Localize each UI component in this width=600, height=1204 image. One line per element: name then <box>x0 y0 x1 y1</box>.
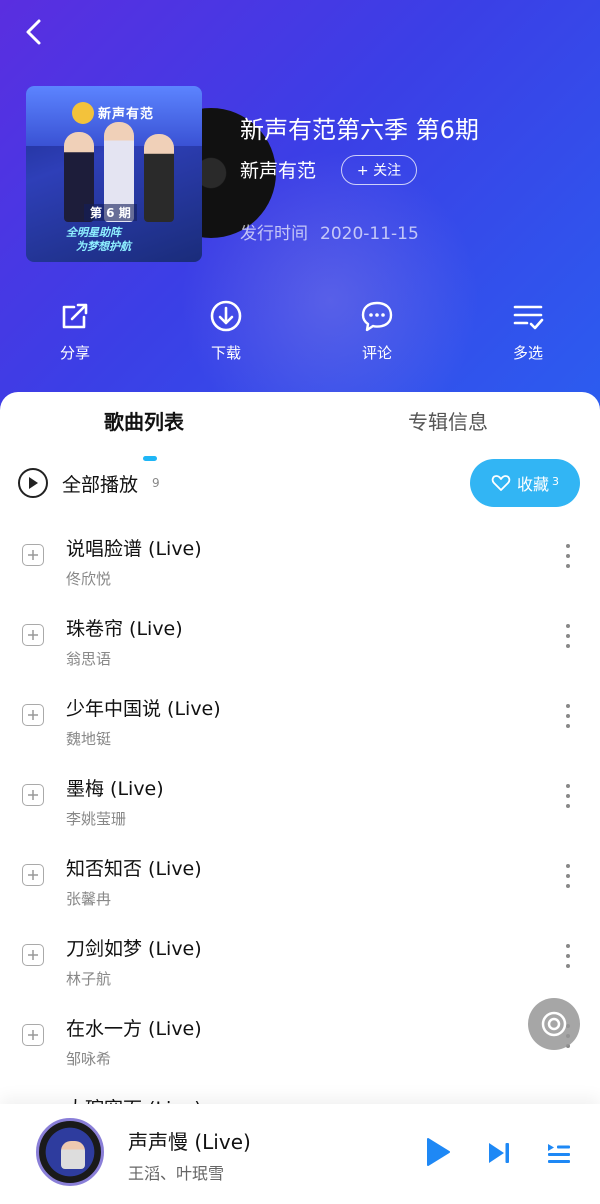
add-to-playlist-icon[interactable] <box>22 784 44 806</box>
comment-button[interactable]: 评论 <box>327 296 427 363</box>
album-cover: 新声有范 第 6 期 全明星助阵 为梦想护航 <box>26 86 276 262</box>
song-title: 知否知否 (Live) <box>66 858 202 880</box>
heart-icon <box>491 475 511 491</box>
multi-select-button[interactable]: 多选 <box>478 296 578 363</box>
follow-button[interactable]: + 关注 <box>341 155 417 185</box>
content-sheet: 歌曲列表 专辑信息 全部播放 9 收藏 3 说唱脸谱 (Live) 佟欣悦 珠卷帘… <box>0 392 600 1112</box>
release-info: 发行时间 2020-11-15 <box>240 219 419 244</box>
cover-logo-text: 新声有范 <box>98 107 155 122</box>
song-item[interactable]: 珠卷帘 (Live) 翁思语 <box>0 604 600 684</box>
add-to-playlist-icon[interactable] <box>22 544 44 566</box>
song-list: 说唱脸谱 (Live) 佟欣悦 珠卷帘 (Live) 翁思语 少年中国说 (Li… <box>0 524 600 1112</box>
collect-label: 收藏 <box>516 475 549 494</box>
add-to-playlist-icon[interactable] <box>22 1024 44 1046</box>
multi-select-icon <box>513 305 544 330</box>
floating-assist-button[interactable] <box>528 998 580 1050</box>
album-title: 新声有范第六季 第6期 <box>240 116 479 144</box>
download-label: 下载 <box>210 344 241 362</box>
share-label: 分享 <box>59 344 90 362</box>
song-title: 珠卷帘 (Live) <box>66 618 183 640</box>
more-options-icon[interactable] <box>558 944 578 968</box>
more-options-icon[interactable] <box>558 624 578 648</box>
comment-icon <box>361 301 393 332</box>
play-all-row: 全部播放 9 收藏 3 <box>0 458 600 508</box>
song-item[interactable]: 刀剑如梦 (Live) 林子航 <box>0 924 600 1004</box>
song-artist: 邹咏希 <box>66 1050 112 1068</box>
tab-album-info[interactable]: 专辑信息 <box>408 406 488 435</box>
now-playing-cover[interactable] <box>36 1118 104 1186</box>
back-button[interactable] <box>18 16 50 48</box>
more-options-icon[interactable] <box>558 544 578 568</box>
song-count: 9 <box>152 476 160 490</box>
song-item[interactable]: 少年中国说 (Live) 魏地铤 <box>0 684 600 764</box>
song-title: 说唱脸谱 (Live) <box>66 538 202 560</box>
song-title: 在水一方 (Live) <box>66 1018 202 1040</box>
song-artist: 李姚莹珊 <box>66 810 127 828</box>
song-item[interactable]: 墨梅 (Live) 李姚莹珊 <box>0 764 600 844</box>
add-to-playlist-icon[interactable] <box>22 704 44 726</box>
now-playing-artist: 王滔、叶珉雪 <box>128 1164 225 1183</box>
tab-song-list[interactable]: 歌曲列表 <box>104 406 184 435</box>
release-label: 发行时间 <box>240 224 308 244</box>
more-options-icon[interactable] <box>558 864 578 888</box>
action-bar: 分享 下载 评论 多选 <box>0 296 600 376</box>
multi-select-label: 多选 <box>512 344 543 362</box>
more-options-icon[interactable] <box>558 704 578 728</box>
target-icon <box>541 1011 567 1037</box>
song-title: 少年中国说 (Live) <box>66 698 221 720</box>
tab-bar: 歌曲列表 专辑信息 <box>0 406 600 461</box>
album-cover-art: 新声有范 第 6 期 全明星助阵 为梦想护航 <box>26 86 202 262</box>
more-options-icon[interactable] <box>558 784 578 808</box>
star-logo-icon <box>72 102 94 124</box>
song-artist: 佟欣悦 <box>66 570 112 588</box>
cover-slogan: 全明星助阵 为梦想护航 <box>66 226 131 253</box>
next-track-icon[interactable] <box>486 1140 512 1166</box>
song-item[interactable]: 知否知否 (Live) 张馨冉 <box>0 844 600 924</box>
song-item[interactable]: 在水一方 (Live) 邹咏希 <box>0 1004 600 1084</box>
share-button[interactable]: 分享 <box>25 296 125 363</box>
now-playing-title: 声声慢 (Live) <box>128 1130 251 1154</box>
song-title: 墨梅 (Live) <box>66 778 164 800</box>
comment-label: 评论 <box>361 344 392 362</box>
add-to-playlist-icon[interactable] <box>22 944 44 966</box>
download-button[interactable]: 下载 <box>176 296 276 363</box>
play-icon <box>29 477 38 489</box>
collect-button[interactable]: 收藏 3 <box>470 459 580 507</box>
release-date: 2020-11-15 <box>320 224 419 244</box>
collect-count: 3 <box>552 474 559 488</box>
play-all-button[interactable] <box>18 468 48 498</box>
download-icon <box>210 300 242 332</box>
play-icon[interactable] <box>424 1136 452 1168</box>
album-artist[interactable]: 新声有范 <box>240 156 316 183</box>
song-title: 刀剑如梦 (Live) <box>66 938 202 960</box>
song-artist: 林子航 <box>66 970 112 988</box>
play-all-label[interactable]: 全部播放 <box>62 470 138 497</box>
add-to-playlist-icon[interactable] <box>22 864 44 886</box>
playlist-queue-icon[interactable] <box>546 1140 572 1166</box>
share-icon <box>62 303 88 329</box>
song-item[interactable]: 说唱脸谱 (Live) 佟欣悦 <box>0 524 600 604</box>
song-artist: 张馨冉 <box>66 890 112 908</box>
chevron-left-icon <box>26 19 41 45</box>
song-artist: 魏地铤 <box>66 730 112 748</box>
mini-player[interactable]: 声声慢 (Live) 王滔、叶珉雪 <box>0 1104 600 1204</box>
song-artist: 翁思语 <box>66 650 112 668</box>
add-to-playlist-icon[interactable] <box>22 624 44 646</box>
cover-episode-text: 第 6 期 <box>84 204 137 221</box>
